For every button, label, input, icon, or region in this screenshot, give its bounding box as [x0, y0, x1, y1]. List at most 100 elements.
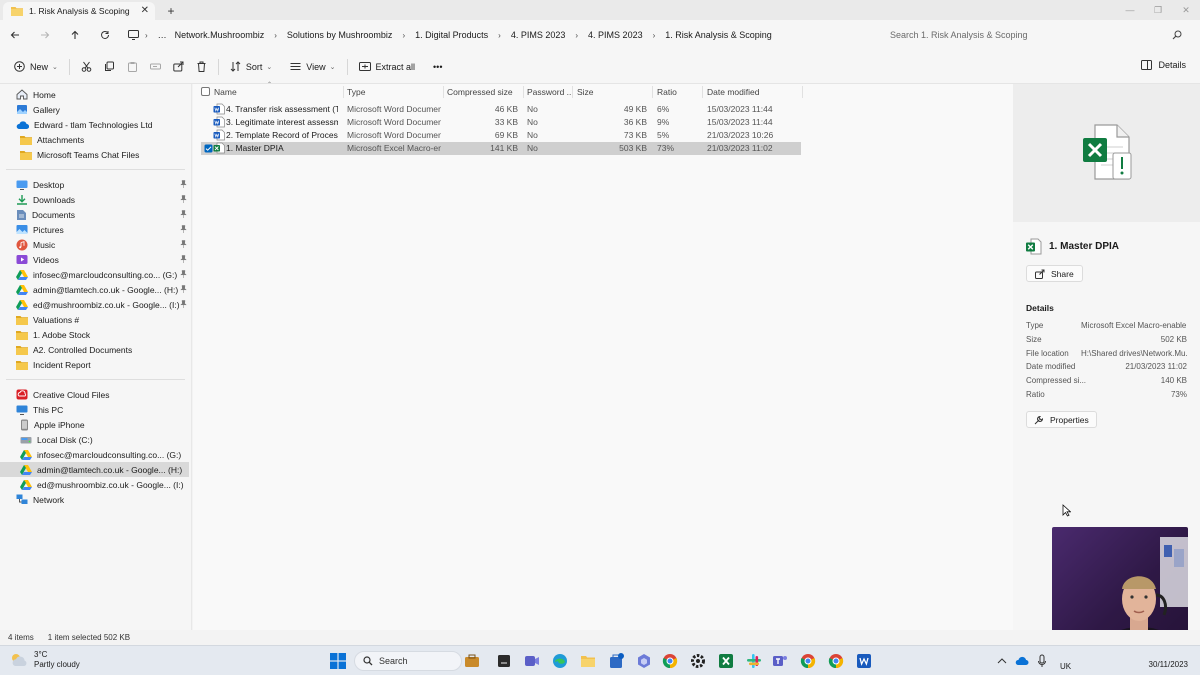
sort-button[interactable]: Sort ⌄: [224, 55, 278, 79]
taskbar-app-excel-icon[interactable]: [716, 651, 736, 671]
clock-date[interactable]: 30/11/2023: [1149, 660, 1188, 669]
column-divider[interactable]: [523, 86, 524, 98]
column-divider[interactable]: [572, 86, 573, 98]
tab-risk-analysis[interactable]: 1. Risk Analysis & Scoping ✕: [3, 2, 155, 20]
new-button[interactable]: New ⌄: [8, 55, 64, 79]
column-divider[interactable]: [702, 86, 703, 98]
sidebar-item[interactable]: Creative Cloud Files: [0, 387, 191, 402]
column-ratio[interactable]: Ratio: [657, 87, 677, 97]
column-size[interactable]: Size: [577, 87, 594, 97]
sidebar-item[interactable]: This PC: [0, 402, 191, 417]
sidebar-item[interactable]: Documents: [0, 207, 191, 222]
monitor-icon[interactable]: [128, 30, 139, 40]
taskbar-app-copilot-icon[interactable]: [634, 651, 654, 671]
delete-button[interactable]: [190, 55, 213, 79]
sidebar-item[interactable]: A2. Controlled Documents: [0, 342, 191, 357]
pin-icon[interactable]: [180, 255, 187, 263]
minimize-icon[interactable]: —: [1116, 0, 1144, 20]
back-icon[interactable]: [0, 30, 30, 40]
taskbar-app-teams-icon[interactable]: [770, 651, 790, 671]
pin-icon[interactable]: [180, 210, 187, 218]
sidebar-item[interactable]: 1. Adobe Stock: [0, 327, 191, 342]
column-name[interactable]: Name: [214, 87, 237, 97]
column-password[interactable]: Password ...: [527, 87, 574, 97]
taskbar-app-chrome2-icon[interactable]: [798, 651, 818, 671]
up-icon[interactable]: [60, 30, 90, 40]
sidebar-item[interactable]: Videos: [0, 252, 191, 267]
more-crumbs[interactable]: …: [154, 30, 171, 40]
sidebar-item[interactable]: admin@tlamtech.co.uk - Google... (H:): [0, 462, 189, 477]
details-button[interactable]: Details: [1141, 60, 1186, 70]
column-divider[interactable]: [652, 86, 653, 98]
sidebar-item[interactable]: infosec@marcloudconsulting.co... (G:): [0, 267, 191, 282]
column-date-modified[interactable]: Date modified: [707, 87, 759, 97]
sidebar-item[interactable]: Pictures: [0, 222, 191, 237]
column-type[interactable]: Type: [347, 87, 365, 97]
close-window-icon[interactable]: ✕: [1172, 0, 1200, 20]
sidebar-item[interactable]: admin@tlamtech.co.uk - Google... (H:): [0, 282, 191, 297]
weather-widget[interactable]: 3°C Partly cloudy: [10, 650, 80, 670]
pin-icon[interactable]: [180, 240, 187, 248]
breadcrumb-item[interactable]: Solutions by Mushroombiz: [283, 30, 397, 40]
copy-button[interactable]: [98, 55, 121, 79]
pin-icon[interactable]: [180, 225, 187, 233]
sidebar-item[interactable]: Edward - tlam Technologies Ltd: [0, 117, 191, 132]
paste-button[interactable]: [121, 55, 144, 79]
taskbar-app-edge-icon[interactable]: [550, 651, 570, 671]
taskbar-app-word-icon[interactable]: [854, 651, 874, 671]
sidebar-item[interactable]: infosec@marcloudconsulting.co... (G:): [0, 447, 191, 462]
sidebar-item[interactable]: Music: [0, 237, 191, 252]
sidebar-item[interactable]: Network: [0, 492, 191, 507]
taskbar-app-chrome3-icon[interactable]: [826, 651, 846, 671]
file-row[interactable]: 1. Master DPIA Microsoft Excel Macro-en..…: [201, 142, 801, 155]
taskbar-app-video-icon[interactable]: [522, 651, 542, 671]
taskbar-app-terminal-icon[interactable]: [494, 651, 514, 671]
pin-icon[interactable]: [180, 285, 187, 293]
sidebar-item[interactable]: Valuations #: [0, 312, 191, 327]
pin-icon[interactable]: [180, 180, 187, 188]
sidebar-item[interactable]: Attachments: [0, 132, 191, 147]
rename-button[interactable]: [144, 55, 167, 79]
taskbar-app-store-icon[interactable]: [606, 651, 626, 671]
view-button[interactable]: View ⌄: [284, 55, 341, 79]
taskbar-app-work-icon[interactable]: [462, 651, 482, 671]
sidebar-item[interactable]: Incident Report: [0, 357, 191, 372]
share-toolbar-button[interactable]: [167, 55, 190, 79]
sidebar-item[interactable]: Local Disk (C:): [0, 432, 191, 447]
sidebar-item[interactable]: Home: [0, 87, 191, 102]
breadcrumb-item[interactable]: 1. Digital Products: [411, 30, 492, 40]
taskbar-app-slack-icon[interactable]: [744, 651, 764, 671]
refresh-icon[interactable]: [90, 30, 120, 40]
maximize-icon[interactable]: ❐: [1144, 0, 1172, 20]
pin-icon[interactable]: [180, 195, 187, 203]
taskbar-search[interactable]: Search: [354, 651, 462, 671]
cut-button[interactable]: [75, 55, 98, 79]
microphone-icon[interactable]: [1032, 651, 1052, 671]
sidebar-item[interactable]: Downloads: [0, 192, 191, 207]
column-divider[interactable]: [443, 86, 444, 98]
keyboard-language[interactable]: UK: [1060, 662, 1071, 671]
search-input[interactable]: Search 1. Risk Analysis & Scoping: [880, 24, 1192, 46]
select-all-checkbox[interactable]: [201, 87, 210, 96]
sidebar-item[interactable]: Desktop: [0, 177, 191, 192]
breadcrumb-item[interactable]: 4. PIMS 2023: [507, 30, 570, 40]
sidebar-item[interactable]: ed@mushroombiz.co.uk - Google... (I:): [0, 297, 191, 312]
new-tab-button[interactable]: +: [161, 2, 181, 20]
more-options-button[interactable]: •••: [427, 55, 448, 79]
column-compressed[interactable]: Compressed size: [447, 87, 513, 97]
cloud-sync-icon[interactable]: [1012, 651, 1032, 671]
properties-button[interactable]: Properties: [1026, 411, 1097, 428]
extract-all-button[interactable]: Extract all: [353, 55, 422, 79]
taskbar-app-chrome-icon[interactable]: [660, 651, 680, 671]
row-checkbox[interactable]: [204, 144, 213, 153]
column-divider[interactable]: [802, 86, 803, 98]
forward-icon[interactable]: [30, 30, 60, 40]
start-button[interactable]: [328, 651, 348, 671]
file-row[interactable]: 3. Legitimate interest assessmen... Micro…: [201, 116, 801, 129]
file-row[interactable]: 4. Transfer risk assessment (TRA) Microso…: [201, 103, 801, 116]
file-row[interactable]: 2. Template Record of Processin... Micros…: [201, 129, 801, 142]
sidebar-item[interactable]: Gallery: [0, 102, 191, 117]
close-tab-icon[interactable]: ✕: [141, 5, 149, 16]
taskbar-app-settings-icon[interactable]: [688, 651, 708, 671]
pin-icon[interactable]: [180, 270, 187, 278]
